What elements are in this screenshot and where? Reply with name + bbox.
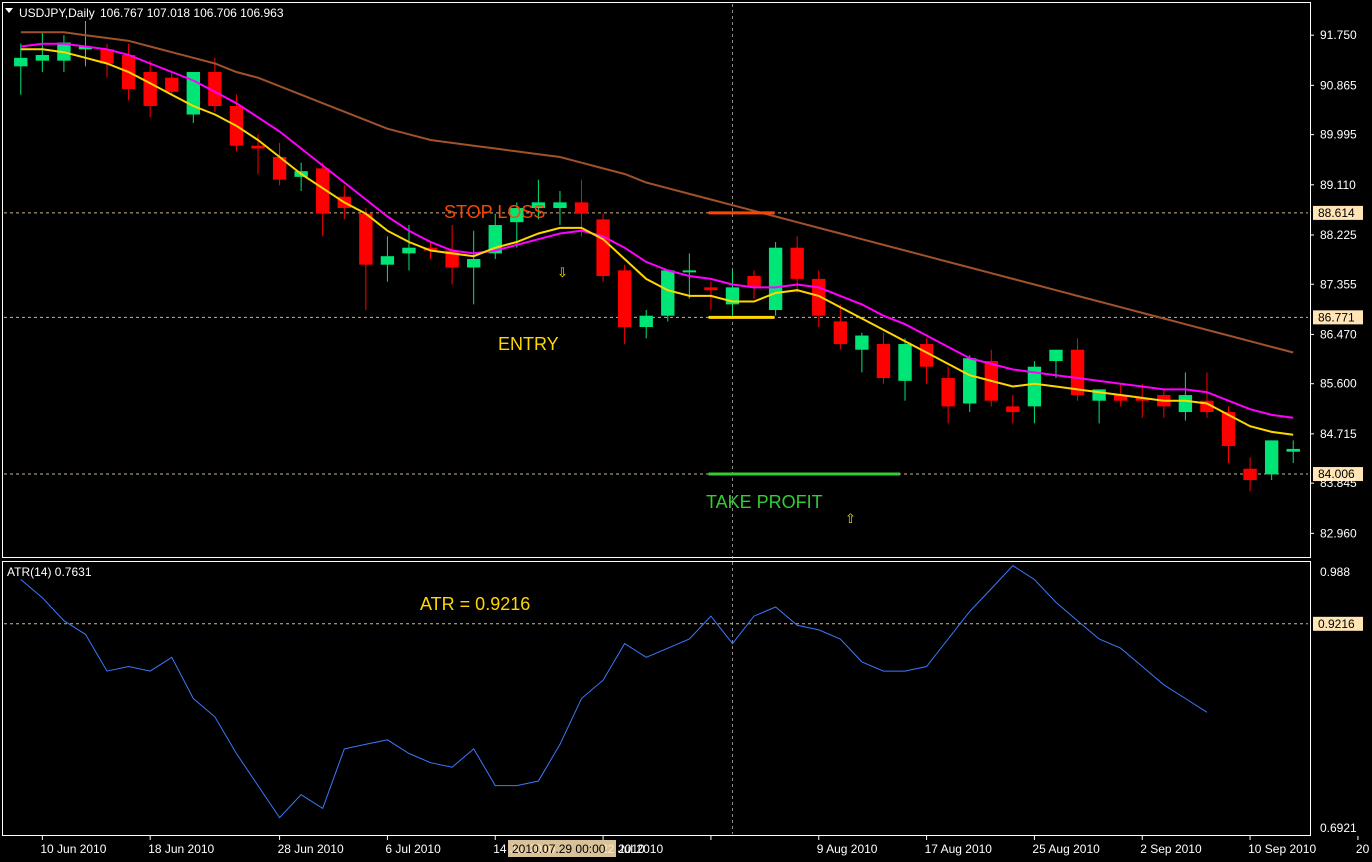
price-tick-label: 91.750 [1320, 28, 1357, 42]
atr-tick-label: 0.988 [1320, 565, 1350, 579]
level-tag: 88.614 [1318, 206, 1355, 220]
time-tick-label: 28 Jun 2010 [278, 842, 344, 856]
time-tick-label: 2010 [618, 842, 645, 856]
candle-body [855, 335, 869, 350]
candle-body [661, 270, 675, 316]
atr-tick-label: 0.6921 [1320, 821, 1357, 835]
candle-body [380, 256, 395, 265]
time-tick-label: 10 Jun 2010 [40, 842, 106, 856]
candle-body [553, 202, 567, 209]
price-tick-label: 90.865 [1320, 78, 1357, 92]
candle-body [1049, 349, 1063, 362]
candle-body [768, 247, 783, 311]
candle-body [1178, 395, 1193, 413]
atr-indicator-title: ATR(14) 0.7631 [7, 565, 92, 579]
price-tick-label: 88.225 [1320, 228, 1357, 242]
time-tick-label: 20 Sep 2010 [1356, 842, 1372, 856]
ohlc-readout: 106.767 107.018 106.706 106.963 [100, 6, 284, 20]
candle-body [143, 72, 157, 107]
candle-body [1006, 406, 1020, 413]
candle-body [963, 358, 977, 404]
candle-body [251, 145, 265, 149]
entry-label: ENTRY [498, 334, 559, 354]
time-tick-label: 6 Jul 2010 [385, 842, 441, 856]
candle-body [876, 344, 891, 379]
level-tag: 86.771 [1318, 310, 1355, 324]
take-profit-label: TAKE PROFIT [706, 492, 823, 512]
candle-body [747, 276, 761, 288]
candle-body [402, 247, 416, 254]
up-arrow-icon: ⇧ [845, 511, 856, 526]
price-tick-label: 82.960 [1320, 526, 1357, 540]
candle-body [639, 315, 653, 328]
time-tick-label: 18 Jun 2010 [148, 842, 214, 856]
price-tick-label: 87.355 [1320, 277, 1357, 291]
atr-value-label: ATR = 0.9216 [420, 594, 530, 614]
candle-body [1264, 440, 1279, 475]
candle-body [35, 55, 50, 61]
time-tick-label: 9 Aug 2010 [817, 842, 878, 856]
candle-body [682, 270, 697, 273]
price-tick-label: 84.715 [1320, 427, 1357, 441]
time-tick-label: 25 Aug 2010 [1032, 842, 1100, 856]
chart-window[interactable]: 88.61486.77184.00691.75090.86589.99589.1… [0, 0, 1372, 862]
candle-body [1243, 468, 1257, 481]
candle-body [14, 57, 28, 67]
price-tick-label: 83.845 [1320, 476, 1357, 490]
price-tick-label: 89.110 [1320, 178, 1356, 192]
time-tick-label: 17 Aug 2010 [925, 842, 993, 856]
symbol-title: USDJPY,Daily [19, 6, 95, 20]
candle-body [165, 77, 179, 92]
candle-body [617, 270, 632, 328]
candle-body [596, 219, 610, 277]
candle-body [941, 378, 955, 407]
crosshair-date-tag: 2010.07.29 00:00 [512, 842, 606, 856]
candle-body [898, 344, 912, 381]
candle-body [466, 259, 481, 268]
candle-body [359, 213, 373, 265]
candle-body [833, 321, 848, 345]
atr-level-tag: 0.9216 [1318, 617, 1355, 631]
down-arrow-icon: ⇩ [557, 265, 568, 280]
candle-body [704, 287, 718, 291]
price-tick-label: 85.600 [1320, 377, 1357, 391]
time-tick-label: 10 Sep 2010 [1248, 842, 1316, 856]
price-tick-label: 86.470 [1320, 327, 1357, 341]
price-tick-label: 89.995 [1320, 128, 1357, 142]
time-tick-label: 2 Sep 2010 [1140, 842, 1202, 856]
candle-body [1286, 448, 1300, 452]
candle-body [790, 247, 804, 279]
candle-body [574, 202, 589, 214]
stop-loss-label: STOP LOSS [444, 202, 545, 222]
